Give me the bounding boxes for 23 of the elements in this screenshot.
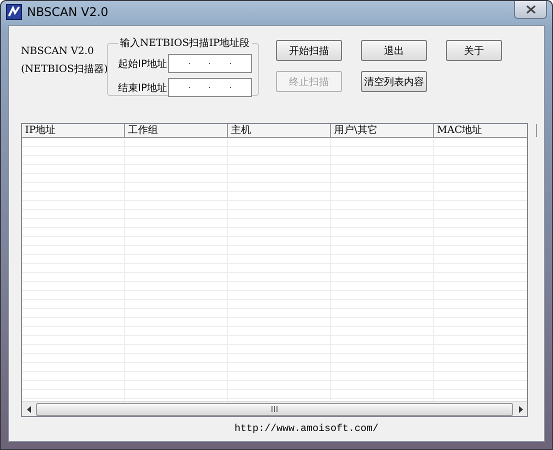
about-text: NBSCAN V2.0 <box>21 46 94 57</box>
action-button[interactable]: 清空列表内容 <box>360 71 427 92</box>
action-button[interactable]: 开始扫描 <box>276 40 342 61</box>
app-icon <box>6 4 22 20</box>
close-icon <box>526 5 536 14</box>
about-text: (NETBIOS扫描器) <box>21 62 108 76</box>
ip-address-field[interactable] <box>168 54 252 73</box>
column-header[interactable]: 工作组 <box>125 124 228 137</box>
horizontal-scrollbar[interactable] <box>22 401 527 416</box>
scroll-thumb[interactable] <box>36 402 513 416</box>
column-header[interactable]: MAC地址 <box>434 124 537 137</box>
ip-address-field[interactable] <box>168 78 252 97</box>
window-title: NBSCAN V2.0 <box>27 5 108 19</box>
field-label: 起始IP地址 <box>118 58 167 70</box>
field-label: 结束IP地址 <box>118 82 167 94</box>
column-header[interactable]: IP地址 <box>22 124 125 137</box>
column-header[interactable]: 主机 <box>228 124 331 137</box>
column-header[interactable]: 用户\其它 <box>331 124 434 137</box>
close-button[interactable] <box>514 1 547 19</box>
group-title: 输入NETBIOS扫描IP地址段 <box>119 36 251 50</box>
website-link[interactable]: http://www.amoisoft.com/ <box>234 424 379 434</box>
action-button[interactable]: 退出 <box>360 40 427 61</box>
action-button[interactable]: 关于 <box>446 40 502 61</box>
